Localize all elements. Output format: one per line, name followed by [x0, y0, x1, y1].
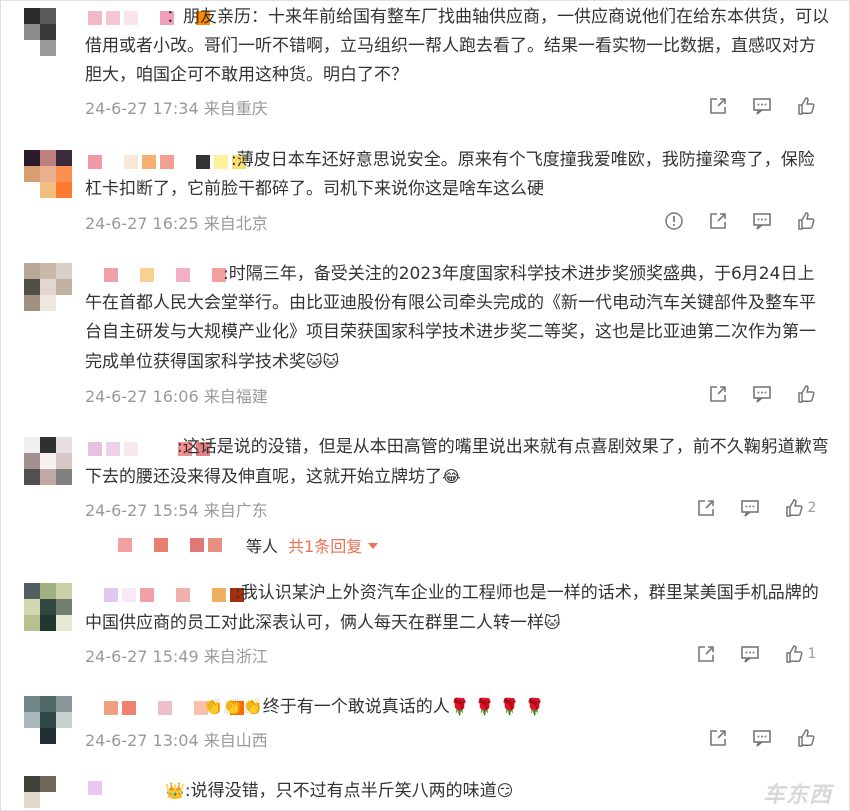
like-button[interactable]	[784, 726, 828, 750]
like-button[interactable]: 2	[772, 496, 828, 520]
share-icon	[710, 386, 726, 402]
comment-icon	[741, 500, 759, 517]
comment-text: ：朋友亲历：十来年前给国有整车厂找曲轴供应商，一供应商说他们在给东本供货，可以借…	[85, 7, 829, 85]
comment-meta: 24-6-27 16:25 来自北京	[85, 214, 268, 233]
comment-icon	[753, 98, 771, 115]
share-button[interactable]	[696, 94, 740, 118]
comment-actions: 1	[684, 642, 828, 666]
avatar[interactable]	[24, 263, 72, 311]
like-button[interactable]	[784, 209, 828, 233]
share-button[interactable]	[696, 209, 740, 233]
comment-text: :这话是说的没错，但是从本田高管的嘴里说出来就有点喜剧效果了，前不久鞠躬道歉弯下…	[85, 433, 830, 492]
comment-button[interactable]	[740, 382, 784, 406]
comment-text: :我认识某沪上外资汽车企业的工程师也是一样的话术，群里某美国手机品牌的中国供应商…	[85, 579, 830, 638]
share-icon	[710, 730, 726, 746]
like-icon	[798, 385, 815, 403]
like-count: 1	[807, 646, 817, 662]
watermark-logo: 车东西	[762, 783, 832, 808]
like-icon	[798, 212, 815, 230]
comment-text: 👏👏👏终于有一个敢说真话的人🌹 🌹 🌹 🌹	[85, 692, 830, 722]
comment-button[interactable]	[728, 642, 772, 666]
view-replies-link[interactable]: 共1条回复	[288, 533, 362, 557]
comment-body: 终于有一个敢说真话的人	[262, 697, 450, 717]
share-icon	[698, 500, 714, 516]
like-icon	[798, 97, 815, 115]
reply-who: 等人	[246, 537, 279, 556]
share-icon	[698, 646, 714, 662]
avatar[interactable]	[24, 583, 72, 631]
share-icon	[710, 98, 726, 114]
smirk-emoji: 😏	[496, 781, 514, 800]
comment-icon	[753, 730, 771, 747]
report-icon	[665, 212, 683, 230]
share-icon	[710, 213, 726, 229]
cat-emoji: 🐱🐱	[306, 352, 340, 371]
reply-summary: 等人 共1条回复	[118, 533, 379, 557]
comment-button[interactable]	[728, 496, 772, 520]
comment-actions	[652, 209, 828, 233]
share-button[interactable]	[684, 642, 728, 666]
caret-down-icon[interactable]	[368, 543, 379, 549]
comment-text: 👑:说得没错，只不过有点半斤笑八两的味道😏	[85, 776, 830, 806]
comment-actions	[696, 726, 828, 750]
comment-meta: 24-6-27 15:49 来自浙江	[85, 647, 268, 666]
comment-icon	[753, 386, 771, 403]
clap-emoji: 👏👏👏	[203, 697, 263, 716]
comment-body: :说得没错，只不过有点半斤笑八两的味道	[184, 781, 497, 801]
avatar[interactable]	[24, 150, 72, 198]
comment-icon	[741, 646, 759, 663]
comment-body: :我认识某沪上外资汽车企业的工程师也是一样的话术，群里某美国手机品牌的中国供应商…	[85, 583, 819, 633]
share-button[interactable]	[684, 496, 728, 520]
comment-body: :时隔三年，备受关注的2023年度国家科学技术进步奖颁奖盛典，于6月24日上午在…	[85, 264, 816, 372]
comment-actions	[696, 382, 828, 406]
like-icon	[785, 499, 803, 517]
avatar[interactable]	[24, 8, 72, 56]
share-button[interactable]	[696, 726, 740, 750]
avatar[interactable]	[24, 437, 72, 485]
like-count: 2	[807, 500, 817, 516]
comment-meta: 24-6-27 16:06 来自福建	[85, 387, 268, 406]
like-button[interactable]	[784, 382, 828, 406]
comment-text: :薄皮日本车还好意思说安全。原来有个飞度撞我爱唯欧，我防撞梁弯了，保险杠卡扣断了…	[85, 150, 815, 199]
like-icon	[798, 729, 815, 747]
comment-button[interactable]	[740, 726, 784, 750]
share-button[interactable]	[696, 382, 740, 406]
reply-user-mosaic	[118, 538, 132, 552]
comment-button[interactable]	[740, 209, 784, 233]
avatar[interactable]	[24, 776, 72, 811]
comment-actions: 2	[684, 496, 828, 520]
comment-meta: 24-6-27 13:04 来自山西	[85, 731, 268, 750]
like-icon	[785, 645, 803, 663]
avatar[interactable]	[24, 696, 72, 744]
like-button[interactable]: 1	[772, 642, 828, 666]
comment-button[interactable]	[740, 94, 784, 118]
rose-emoji: 🌹 🌹 🌹 🌹	[449, 697, 545, 716]
crown-emoji: 👑	[165, 781, 185, 800]
cat-emoji: 🐱	[544, 613, 561, 632]
comment-meta: 24-6-27 15:54 来自广东	[85, 501, 268, 520]
report-button[interactable]	[652, 209, 696, 233]
comment-meta: 24-6-27 17:34 来自重庆	[85, 99, 268, 118]
like-button[interactable]	[784, 94, 828, 118]
laugh-emoji: 😂	[442, 467, 461, 486]
comment-icon	[753, 213, 771, 230]
comment-text: :时隔三年，备受关注的2023年度国家科学技术进步奖颁奖盛典，于6月24日上午在…	[85, 260, 830, 377]
comment-actions	[696, 94, 828, 118]
